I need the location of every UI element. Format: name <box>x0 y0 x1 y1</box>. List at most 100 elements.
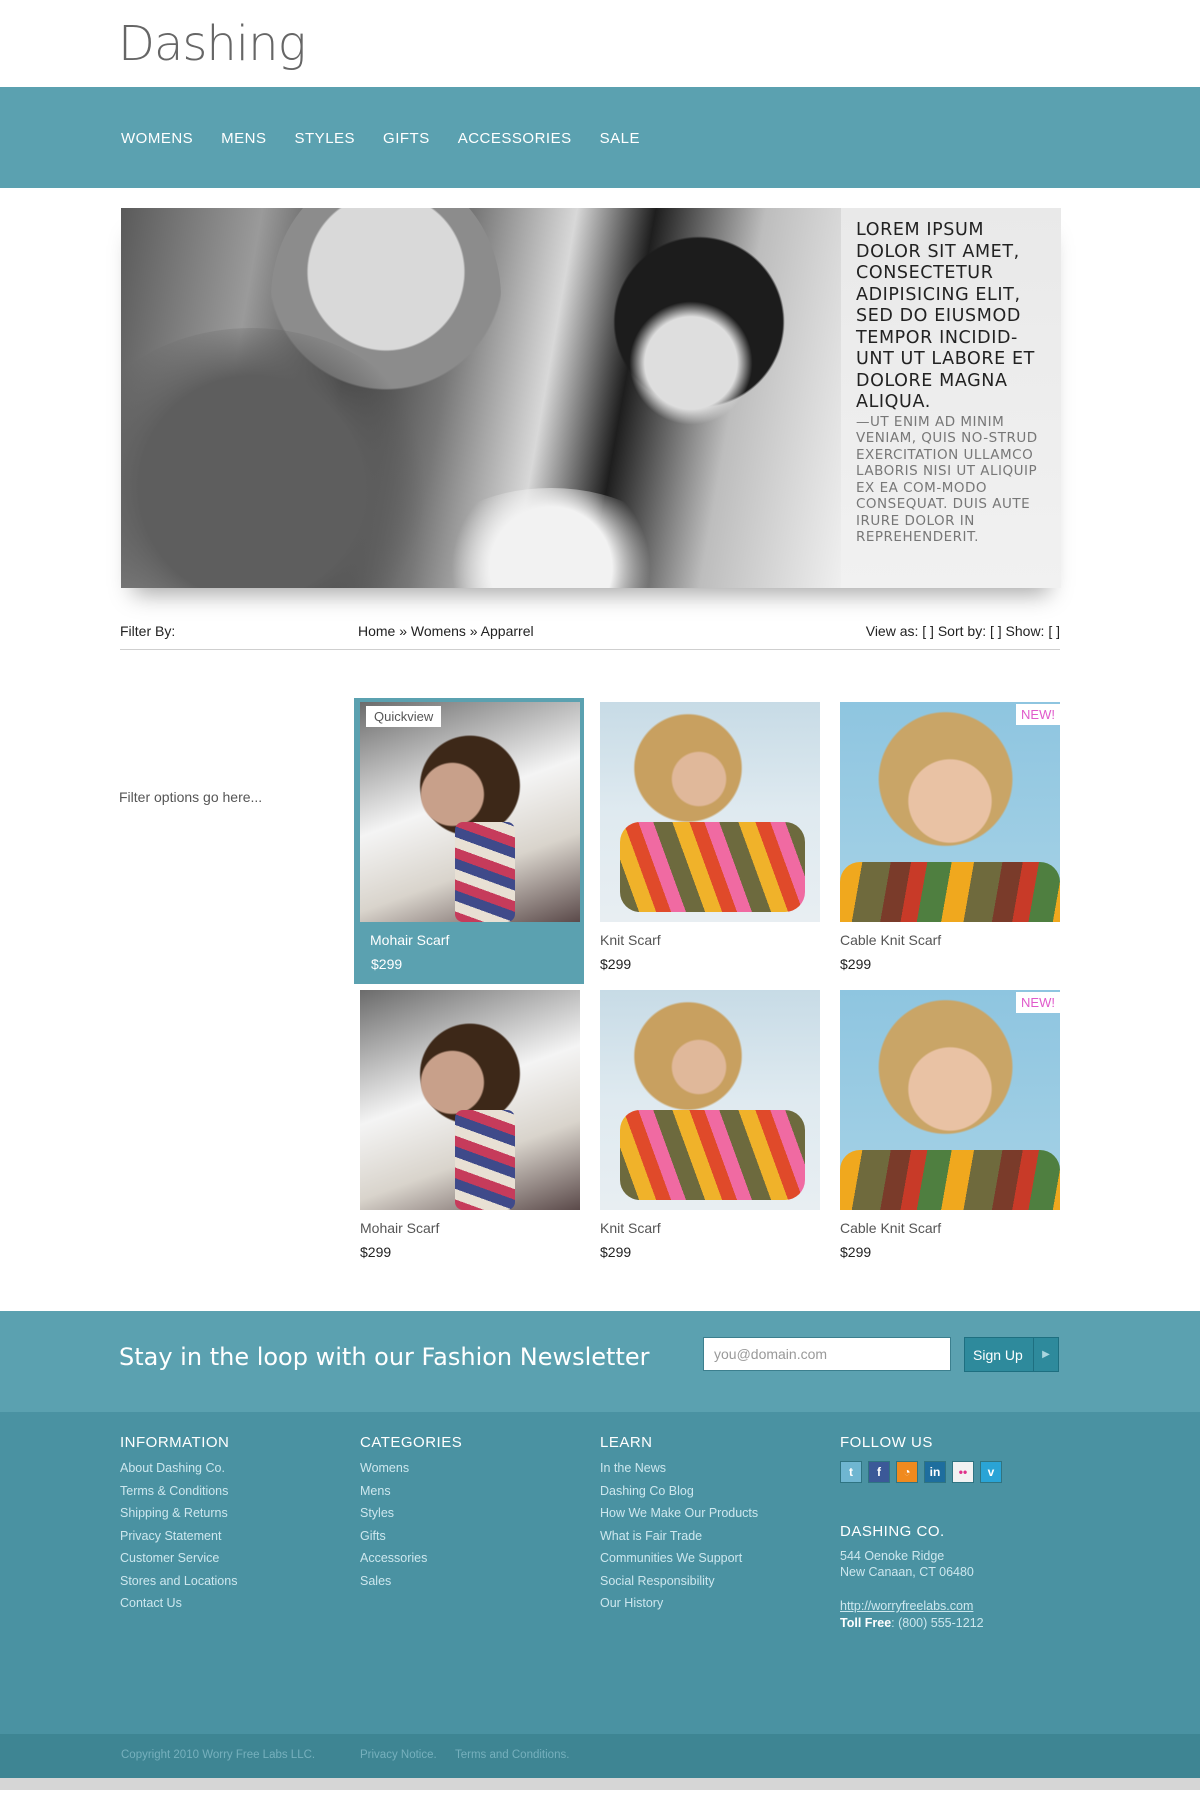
privacy-notice-link[interactable]: Privacy Notice. <box>360 1749 437 1761</box>
hero-body-text: —UT ENIM AD MINIM VENIAM, QUIS NO-STRUD … <box>856 413 1038 546</box>
product-name[interactable]: Knit Scarf <box>600 1220 661 1236</box>
nav-item-gifts[interactable]: GIFTS <box>383 130 430 147</box>
product-price: $299 <box>840 1244 872 1260</box>
copyright-text: Copyright 2010 Worry Free Labs LLC. <box>121 1749 316 1761</box>
toll-free-label: Toll Free <box>840 1616 892 1630</box>
toll-free-line: Toll Free: (800) 555-1212 <box>840 1615 1002 1631</box>
footer-information: INFORMATION About Dashing Co. Terms & Co… <box>120 1434 237 1619</box>
footer-link[interactable]: Social Responsibility <box>600 1574 758 1588</box>
hero-headline: LOREM IPSUM DOLOR SIT AMET, CONSECTETUR … <box>856 220 1035 412</box>
copyright-bar: Copyright 2010 Worry Free Labs LLC. Priv… <box>0 1734 1200 1778</box>
footer-link[interactable]: Terms & Conditions <box>120 1484 237 1498</box>
footer-link[interactable]: Styles <box>360 1506 462 1520</box>
filter-options-placeholder: Filter options go here... <box>119 789 263 805</box>
footer-heading: FOLLOW US <box>840 1434 933 1451</box>
product-image[interactable] <box>840 990 1060 1210</box>
footer-heading: CATEGORIES <box>360 1434 463 1451</box>
product-name[interactable]: Knit Scarf <box>600 932 661 948</box>
footer-link[interactable]: Womens <box>360 1461 462 1475</box>
product-price: $299 <box>840 956 872 972</box>
footer-link[interactable]: Shipping & Returns <box>120 1506 237 1520</box>
product-image[interactable] <box>600 990 820 1210</box>
nav-item-sale[interactable]: SALE <box>600 130 640 147</box>
footer: INFORMATION About Dashing Co. Terms & Co… <box>0 1412 1200 1734</box>
facebook-icon[interactable]: f <box>868 1461 890 1483</box>
new-badge: NEW! <box>1016 704 1060 725</box>
main-navigation: WOMENS MENS STYLES GIFTS ACCESSORIES SAL… <box>0 87 1200 188</box>
nav-item-mens[interactable]: MENS <box>221 130 266 147</box>
company-heading: DASHING CO. <box>840 1523 945 1540</box>
hero-image <box>121 208 841 588</box>
nav-item-accessories[interactable]: ACCESSORIES <box>458 130 572 147</box>
product-price: $299 <box>371 956 403 972</box>
quickview-button[interactable]: Quickview <box>366 706 442 727</box>
newsletter-email-input[interactable] <box>703 1337 951 1371</box>
signup-button-label: Sign Up <box>973 1346 1023 1363</box>
nav-item-styles[interactable]: STYLES <box>295 130 356 147</box>
newsletter-title: Stay in the loop with our Fashion Newsle… <box>119 1343 650 1371</box>
product-price: $299 <box>600 956 632 972</box>
product-name[interactable]: Mohair Scarf <box>370 932 449 948</box>
product-card[interactable]: Knit Scarf $299 <box>594 986 824 1272</box>
signup-button[interactable]: Sign Up ▶ <box>964 1337 1059 1372</box>
address-line-1: 544 Oenoke Ridge <box>840 1549 945 1563</box>
footer-link[interactable]: In the News <box>600 1461 758 1475</box>
footer-link[interactable]: Accessories <box>360 1551 462 1565</box>
nav-item-womens[interactable]: WOMENS <box>121 130 193 147</box>
footer-link[interactable]: Dashing Co Blog <box>600 1484 758 1498</box>
footer-heading: LEARN <box>600 1434 653 1451</box>
footer-link[interactable]: Our History <box>600 1596 758 1610</box>
footer-link[interactable]: Gifts <box>360 1529 462 1543</box>
footer-link[interactable]: What is Fair Trade <box>600 1529 758 1543</box>
social-icons: t f ◔ in •• v <box>840 1461 1002 1483</box>
footer-link[interactable]: Mens <box>360 1484 462 1498</box>
toll-free-number: : (800) 555-1212 <box>891 1616 984 1630</box>
footer-link[interactable]: Sales <box>360 1574 462 1588</box>
linkedin-icon[interactable]: in <box>924 1461 946 1483</box>
nav-items: WOMENS MENS STYLES GIFTS ACCESSORIES SAL… <box>121 130 668 147</box>
flickr-icon[interactable]: •• <box>952 1461 974 1483</box>
footer-link[interactable]: Stores and Locations <box>120 1574 237 1588</box>
footer-heading: INFORMATION <box>120 1434 230 1451</box>
product-image[interactable] <box>360 990 580 1210</box>
footer-categories: CATEGORIES Womens Mens Styles Gifts Acce… <box>360 1434 462 1596</box>
site-logo[interactable]: Dashing <box>118 16 306 72</box>
page-bottom-strip <box>0 1778 1200 1790</box>
twitter-icon[interactable]: t <box>840 1461 862 1483</box>
product-card[interactable]: Mohair Scarf $299 <box>354 986 584 1272</box>
listing-toolbar: Filter By: Home » Womens » Apparrel View… <box>120 620 1060 650</box>
address-line-2: New Canaan, CT 06480 <box>840 1565 974 1579</box>
hero-banner[interactable]: LOREM IPSUM DOLOR SIT AMET, CONSECTETUR … <box>121 208 1061 588</box>
breadcrumb[interactable]: Home » Womens » Apparrel <box>358 623 534 639</box>
footer-link[interactable]: How We Make Our Products <box>600 1506 758 1520</box>
website-link[interactable]: http://worryfreelabs.com <box>840 1598 973 1614</box>
product-name[interactable]: Mohair Scarf <box>360 1220 439 1236</box>
hero-text-panel: LOREM IPSUM DOLOR SIT AMET, CONSECTETUR … <box>841 208 1061 588</box>
arrow-right-icon: ▶ <box>1033 1338 1058 1371</box>
footer-follow: FOLLOW US t f ◔ in •• v DASHING CO. 544 … <box>840 1434 1002 1631</box>
product-card[interactable]: NEW! Cable Knit Scarf $299 <box>834 698 1064 984</box>
product-image[interactable] <box>360 702 580 922</box>
product-name[interactable]: Cable Knit Scarf <box>840 932 941 948</box>
product-image[interactable] <box>840 702 1060 922</box>
new-badge: NEW! <box>1016 992 1060 1013</box>
product-card[interactable]: Knit Scarf $299 <box>594 698 824 984</box>
product-card[interactable]: NEW! Cable Knit Scarf $299 <box>834 986 1064 1272</box>
product-price: $299 <box>360 1244 392 1260</box>
footer-link[interactable]: About Dashing Co. <box>120 1461 237 1475</box>
footer-link[interactable]: Customer Service <box>120 1551 237 1565</box>
view-sort-show-controls[interactable]: View as: [ ] Sort by: [ ] Show: [ ] <box>866 623 1060 639</box>
footer-link[interactable]: Contact Us <box>120 1596 237 1610</box>
product-name[interactable]: Cable Knit Scarf <box>840 1220 941 1236</box>
footer-learn: LEARN In the News Dashing Co Blog How We… <box>600 1434 758 1619</box>
footer-link[interactable]: Communities We Support <box>600 1551 758 1565</box>
product-card[interactable]: Quickview Mohair Scarf $299 <box>354 698 584 984</box>
vimeo-icon[interactable]: v <box>980 1461 1002 1483</box>
newsletter-bar: Stay in the loop with our Fashion Newsle… <box>0 1311 1200 1412</box>
product-price: $299 <box>600 1244 632 1260</box>
footer-link[interactable]: Privacy Statement <box>120 1529 237 1543</box>
filter-by-label: Filter By: <box>120 623 176 639</box>
terms-link[interactable]: Terms and Conditions. <box>455 1749 569 1761</box>
rss-icon[interactable]: ◔ <box>896 1461 918 1483</box>
product-image[interactable] <box>600 702 820 922</box>
